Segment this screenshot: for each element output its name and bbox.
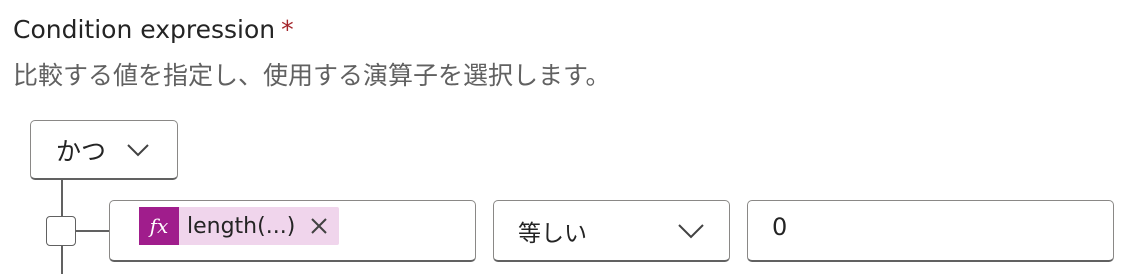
tree-connector-horizontal: [76, 230, 110, 232]
right-operand-input[interactable]: 0: [747, 200, 1114, 262]
row-select-checkbox[interactable]: [46, 216, 76, 246]
chevron-down-icon: [126, 138, 150, 162]
condition-expression-label: Condition expression *: [13, 10, 294, 50]
operator-dropdown[interactable]: 等しい: [493, 200, 730, 262]
left-operand-field[interactable]: fx length(...): [109, 200, 476, 262]
condition-expression-label-text: Condition expression: [13, 15, 276, 44]
function-fx-icon: fx: [139, 207, 179, 245]
operator-dropdown-value: 等しい: [518, 220, 587, 247]
expression-token[interactable]: fx length(...): [139, 207, 340, 245]
remove-token-close-icon[interactable]: [309, 216, 329, 236]
and-or-dropdown-value: かつ: [56, 136, 107, 166]
expression-token-text: length(...): [187, 213, 296, 239]
required-marker: *: [281, 15, 294, 44]
condition-description: 比較する値を指定し、使用する演算子を選択します。: [13, 61, 611, 90]
and-or-dropdown[interactable]: かつ: [30, 120, 178, 180]
right-operand-value: 0: [772, 212, 788, 241]
chevron-down-icon: [677, 219, 705, 243]
